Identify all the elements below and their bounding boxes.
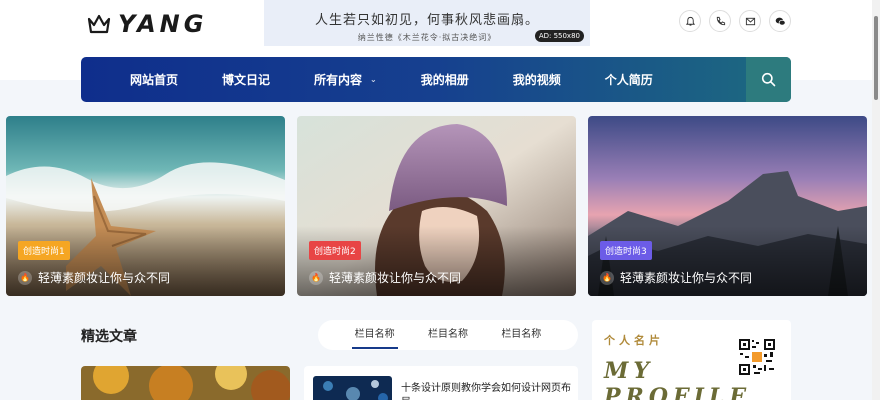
wechat-button[interactable] — [769, 10, 791, 32]
nav-item-resume[interactable]: 个人简历 — [605, 71, 653, 88]
nav-item-album[interactable]: 我的相册 — [421, 71, 469, 88]
search-icon — [761, 72, 776, 87]
chevron-down-icon: ⌄ — [370, 75, 377, 84]
slide-caption[interactable]: 🔥 轻薄素颜妆让你与众不同 — [309, 269, 461, 286]
slide-card[interactable]: 创造时尚3 🔥 轻薄素颜妆让你与众不同 — [588, 116, 867, 296]
phone-button[interactable] — [709, 10, 731, 32]
nav-item-home[interactable]: 网站首页 — [130, 71, 178, 88]
profile-heading-line-1: MY — [604, 358, 655, 384]
flame-icon: 🔥 — [18, 270, 32, 285]
slide-card[interactable]: 创造时尚2 🔥 轻薄素颜妆让你与众不同 — [297, 116, 576, 296]
nav-item-blog[interactable]: 博文日记 — [222, 71, 270, 88]
main-nav: 网站首页 博文日记 所有内容 ⌄ 我的相册 我的视频 个人简历 — [81, 57, 791, 102]
ad-banner[interactable]: 人生若只如初见，何事秋风悲画扇。 纳兰性德《木兰花令·拟古决绝词》 AD: 55… — [264, 0, 590, 46]
nav-label: 个人简历 — [604, 73, 653, 87]
slide-badge: 创造时尚2 — [309, 241, 361, 260]
site-logo[interactable]: YANG — [86, 10, 207, 38]
mail-icon — [745, 17, 755, 25]
article-thumbnail — [313, 376, 392, 400]
profile-heading: MY PROFILE — [604, 358, 751, 400]
crown-icon — [87, 14, 111, 34]
nav-item-all-content[interactable]: 所有内容 ⌄ — [314, 71, 377, 88]
slide-caption-text: 轻薄素颜妆让你与众不同 — [38, 271, 171, 285]
nav-label: 所有内容 — [314, 73, 363, 87]
slide-caption[interactable]: 🔥 轻薄素颜妆让你与众不同 — [18, 269, 170, 286]
slide-caption-text: 轻薄素颜妆让你与众不同 — [329, 271, 462, 285]
scrollbar-thumb[interactable] — [874, 16, 878, 100]
tab-column-3[interactable]: 栏目名称 — [501, 320, 541, 350]
featured-tabs: 栏目名称 栏目名称 栏目名称 — [318, 320, 578, 350]
brand-name: YANG — [118, 10, 208, 38]
profile-label: 个人名片 — [604, 334, 664, 347]
hero-slides: 创造时尚1 🔥 轻薄素颜妆让你与众不同 创造时尚2 🔥 轻薄素颜妆让你与众不同 … — [6, 116, 867, 296]
featured-thumbnail[interactable] — [81, 366, 290, 400]
slide-card[interactable]: 创造时尚1 🔥 轻薄素颜妆让你与众不同 — [6, 116, 285, 296]
flame-icon: 🔥 — [309, 270, 323, 285]
article-item[interactable]: 十条设计原则教你学会如何设计网页布局 — [304, 366, 578, 400]
slide-caption-text: 轻薄素颜妆让你与众不同 — [620, 271, 753, 285]
tab-column-1[interactable]: 栏目名称 — [351, 320, 398, 350]
featured-title: 精选文章 — [81, 329, 137, 345]
autumn-leaves-image — [81, 366, 290, 400]
bell-button[interactable] — [679, 10, 701, 32]
tab-column-2[interactable]: 栏目名称 — [428, 320, 468, 350]
nav-label: 我的视频 — [512, 73, 561, 87]
flame-icon: 🔥 — [600, 270, 614, 285]
phone-icon — [716, 16, 725, 25]
profile-card: 个人名片 MY PROFILE — [592, 320, 791, 400]
ad-size-tag: AD: 550x80 — [534, 30, 584, 42]
article-title[interactable]: 十条设计原则教你学会如何设计网页布局 — [401, 382, 571, 400]
ad-headline: 人生若只如初见，何事秋风悲画扇。 — [314, 13, 539, 28]
nav-item-video[interactable]: 我的视频 — [513, 71, 561, 88]
header-tools — [679, 10, 791, 32]
profile-heading-line-2: PROFILE — [604, 384, 752, 400]
slide-badge: 创造时尚1 — [18, 241, 70, 260]
nav-label: 我的相册 — [420, 73, 469, 87]
mail-button[interactable] — [739, 10, 761, 32]
nav-label: 博文日记 — [222, 73, 271, 87]
slide-caption[interactable]: 🔥 轻薄素颜妆让你与众不同 — [600, 269, 752, 286]
slide-badge: 创造时尚3 — [600, 241, 652, 260]
nav-label: 网站首页 — [130, 73, 179, 87]
bell-icon — [685, 16, 695, 26]
bokeh-lights-image — [313, 376, 392, 400]
search-button[interactable] — [746, 57, 791, 102]
qr-code-icon — [738, 338, 776, 376]
wechat-icon — [775, 17, 786, 26]
page-scrollbar[interactable] — [872, 0, 880, 400]
